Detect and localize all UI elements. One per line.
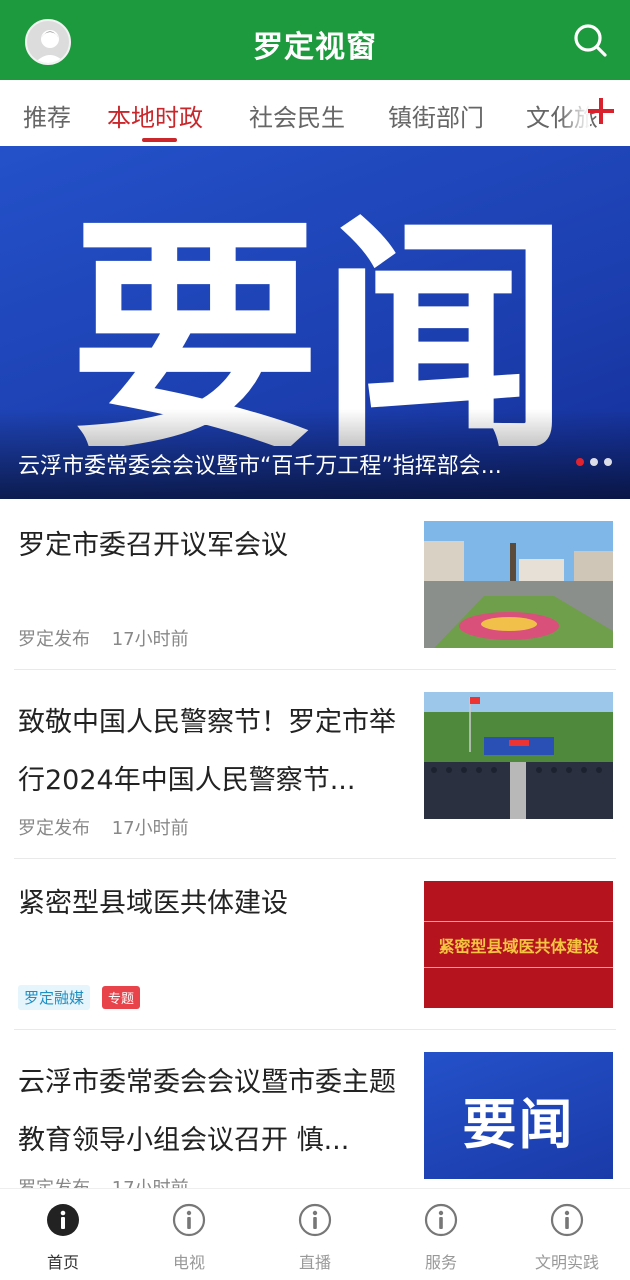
news-meta: 罗定发布 17小时前 [18, 625, 189, 651]
divider [14, 858, 616, 859]
thumbnail-text: 紧密型县域医共体建设 [438, 937, 599, 956]
news-source: 罗定发布 [18, 818, 90, 839]
carousel-dot[interactable] [576, 458, 584, 466]
tab-recommend[interactable]: 推荐 [23, 98, 71, 133]
news-thumbnail: 要闻 [424, 1052, 613, 1179]
nav-civilization[interactable]: 文明实践 [504, 1189, 630, 1280]
news-source-tag: 罗定融媒 [18, 985, 91, 1010]
topic-badge: 专题 [102, 986, 141, 1009]
tab-local-politics[interactable]: 本地时政 [107, 98, 203, 133]
thumbnail-text: 要闻 [462, 1093, 575, 1156]
news-meta: 罗定发布 17小时前 [18, 814, 189, 840]
news-title: 致敬中国人民警察节！罗定市举行2024年中国人民警察节... [18, 707, 396, 796]
carousel-dot[interactable] [590, 458, 598, 466]
banner-image: 要闻 [70, 194, 570, 446]
news-thumbnail [424, 692, 613, 819]
app-header: 罗定视窗 [0, 0, 630, 80]
info-circle-icon [172, 1203, 206, 1237]
nav-label: 文明实践 [534, 1253, 599, 1272]
divider [14, 1029, 616, 1030]
nav-home[interactable]: 首页 [0, 1189, 126, 1280]
nav-label: 服务 [424, 1253, 457, 1272]
news-time: 17小时前 [111, 629, 189, 650]
police-ceremony-image [424, 692, 613, 819]
info-circle-icon [298, 1203, 332, 1237]
active-tab-indicator [142, 138, 177, 142]
news-thumbnail: 紧密型县域医共体建设 [424, 881, 613, 1008]
tab-towns[interactable]: 镇街部门 [388, 98, 484, 133]
info-circle-icon [47, 1204, 79, 1236]
banner-carousel[interactable]: 要闻 云浮市委常委会会议暨市“百千万工程”指挥部会... [0, 146, 630, 499]
nav-service[interactable]: 服务 [378, 1189, 504, 1280]
category-tabs: 推荐 本地时政 社会民生 镇街部门 文化旅 [0, 80, 630, 146]
news-meta: 罗定融媒 专题 [18, 985, 141, 1010]
info-circle-icon [550, 1203, 584, 1237]
search-button[interactable] [572, 22, 608, 58]
carousel-dot[interactable] [604, 458, 612, 466]
news-title: 罗定市委召开议军会议 [18, 530, 288, 561]
add-channel-button[interactable] [588, 98, 614, 124]
bottom-nav: 首页 电视 直播 服务 文明实践 [0, 1188, 630, 1280]
app-title: 罗定视窗 [253, 30, 377, 65]
nav-tv[interactable]: 电视 [126, 1189, 252, 1280]
search-icon [574, 24, 607, 57]
tab-society[interactable]: 社会民生 [249, 98, 345, 133]
news-thumbnail [424, 521, 613, 648]
divider [14, 669, 616, 670]
banner-caption: 云浮市委常委会会议暨市“百千万工程”指挥部会... [18, 454, 502, 479]
news-time: 17小时前 [111, 818, 189, 839]
news-title: 云浮市委常委会会议暨市委主题教育领导小组会议召开 慎... [18, 1067, 396, 1156]
info-circle-icon [424, 1203, 458, 1237]
news-title: 紧密型县域医共体建设 [18, 888, 288, 919]
news-source: 罗定发布 [18, 629, 90, 650]
nav-label: 首页 [46, 1253, 79, 1272]
city-square-image [424, 521, 613, 648]
nav-label: 直播 [298, 1253, 331, 1272]
nav-live[interactable]: 直播 [252, 1189, 378, 1280]
nav-label: 电视 [172, 1253, 205, 1272]
